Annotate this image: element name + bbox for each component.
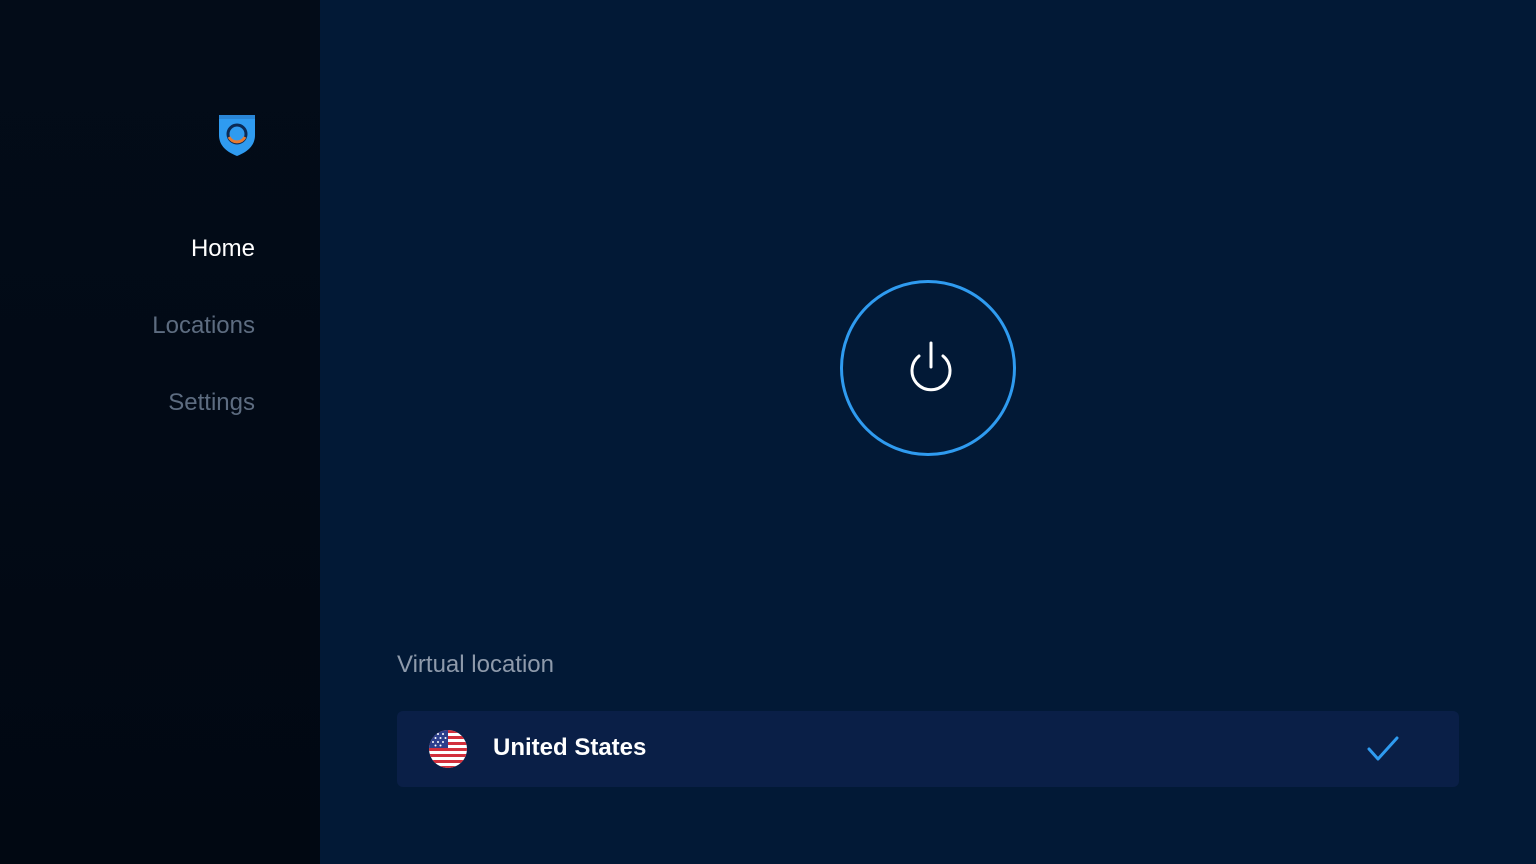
location-row-united-states[interactable]: United States bbox=[397, 711, 1459, 787]
country-name: United States bbox=[493, 734, 647, 761]
main-panel: Virtual location United States bbox=[320, 0, 1536, 864]
sidebar-item-locations[interactable]: Locations bbox=[152, 312, 255, 340]
virtual-location-label: Virtual location bbox=[397, 651, 554, 678]
app-window: Home Locations Settings Virtual location bbox=[0, 0, 1536, 864]
sidebar: Home Locations Settings bbox=[0, 0, 320, 864]
power-icon bbox=[910, 341, 952, 392]
shield-logo-icon bbox=[219, 115, 255, 156]
checkmark-icon bbox=[1367, 736, 1399, 761]
sidebar-item-settings[interactable]: Settings bbox=[168, 389, 255, 417]
us-flag-icon bbox=[429, 730, 467, 768]
sidebar-item-home[interactable]: Home bbox=[191, 235, 255, 263]
connect-power-button[interactable] bbox=[840, 280, 1016, 456]
